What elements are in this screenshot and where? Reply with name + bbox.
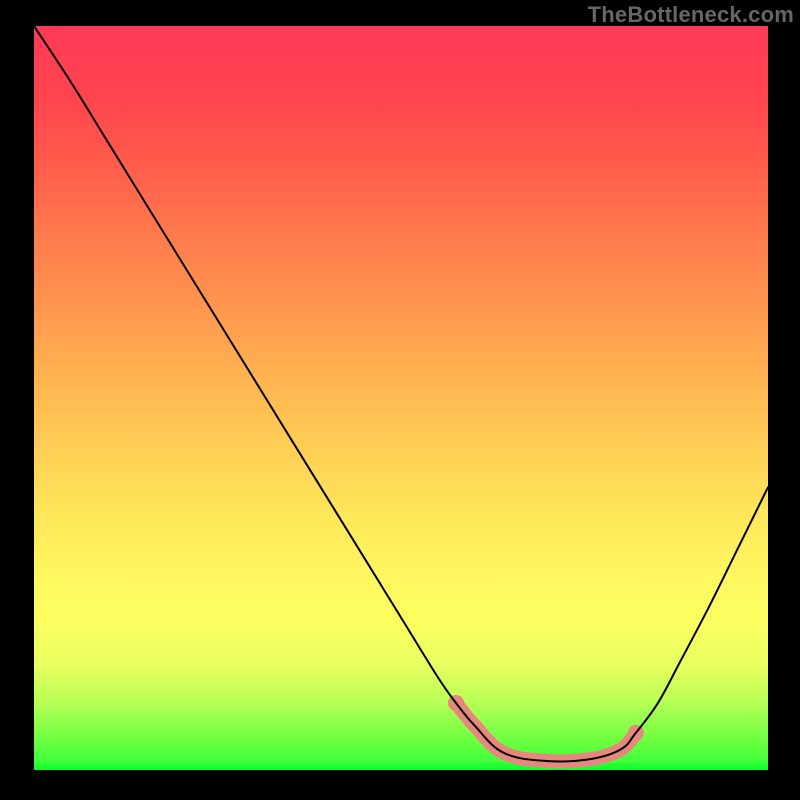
- plot-area: [34, 26, 768, 770]
- main-curve-path: [34, 26, 768, 761]
- chart-frame: TheBottleneck.com: [0, 0, 800, 800]
- curve-layer: [34, 26, 768, 770]
- watermark-text: TheBottleneck.com: [588, 2, 794, 28]
- pink-band-path: [456, 703, 636, 761]
